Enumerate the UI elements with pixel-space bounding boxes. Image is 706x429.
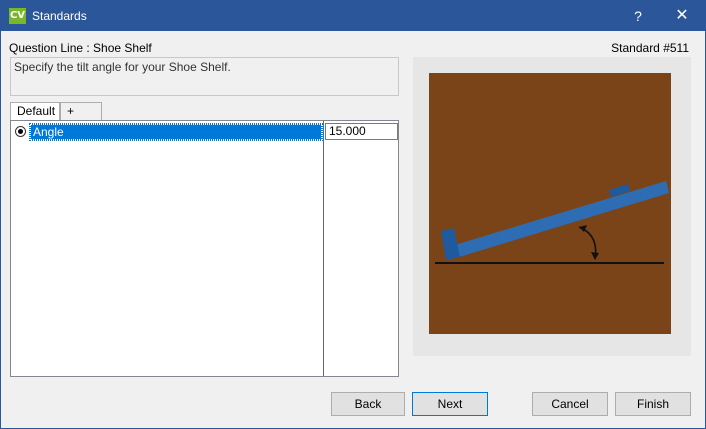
row-label[interactable]: Angle [29, 123, 323, 141]
property-grid: Angle 15.000 [10, 120, 399, 377]
radio-selected-icon[interactable] [15, 126, 26, 137]
standard-number: Standard #511 [611, 41, 689, 55]
diagram-background [429, 73, 671, 334]
app-icon: CV [9, 8, 26, 24]
next-button[interactable]: Next [412, 392, 488, 416]
cancel-button[interactable]: Cancel [532, 392, 608, 416]
grid-column-divider [323, 121, 324, 376]
tab-add[interactable]: + [60, 102, 102, 120]
finish-button[interactable]: Finish [615, 392, 691, 416]
back-button[interactable]: Back [331, 392, 405, 416]
grid-row[interactable]: Angle 15.000 [11, 123, 398, 141]
standards-dialog: CV Standards ? ✕ Question Line : Shoe Sh… [0, 0, 706, 429]
title-bar: CV Standards ? ✕ [1, 1, 705, 31]
tab-default[interactable]: Default [10, 102, 60, 121]
help-button[interactable]: ? [615, 1, 661, 31]
angle-value-input[interactable]: 15.000 [325, 123, 398, 140]
close-button[interactable]: ✕ [659, 1, 705, 31]
question-line-label: Question Line : Shoe Shelf [9, 41, 152, 55]
description-box: Specify the tilt angle for your Shoe She… [10, 57, 399, 96]
window-title: Standards [32, 9, 87, 23]
preview-panel [413, 57, 691, 356]
shelf-tilt-diagram [429, 73, 671, 334]
